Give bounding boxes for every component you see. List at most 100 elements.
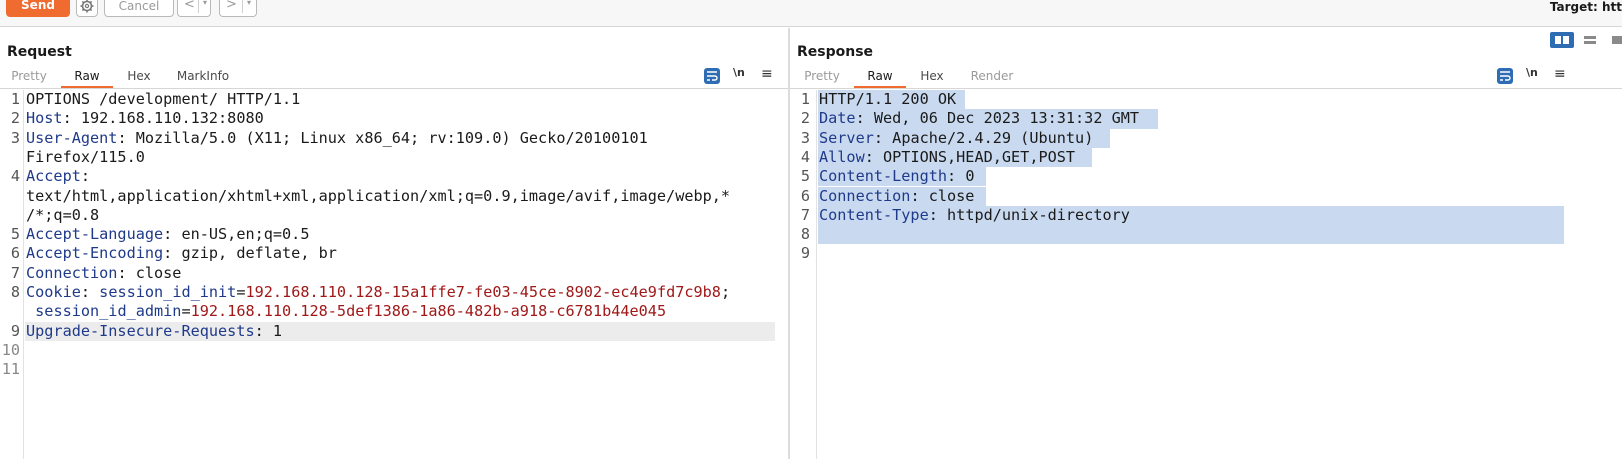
header-value: 0 [965,167,975,186]
header-value-wrap: text/html,application/xhtml+xml,applicat… [26,186,731,205]
header-value: gzip, deflate, br [181,244,337,263]
code-line: 8 [790,225,1622,244]
chevron-down-icon[interactable]: ▾ [247,0,251,7]
header-value: OPTIONS,HEAD,GET,POST [883,147,1076,166]
line-number: 10 [1,340,20,359]
header-value: 192.168.110.132:8080 [80,109,264,128]
tabs-layout-icon[interactable] [1606,32,1622,48]
line-number: 8 [10,283,20,301]
wrap-toggle-icon[interactable] [1497,68,1513,84]
line-number: 3 [800,128,810,147]
header-value: httpd/unix-directory [947,205,1130,224]
split-vertical-icon[interactable] [1578,32,1602,48]
header-value: Wed, 06 Dec 2023 13:31:32 GMT [873,109,1140,128]
code-line: 7 Connection: close [0,264,788,283]
header-separator: : [163,225,182,244]
code-line: 5 Content-Length: 0 [790,167,1622,186]
header-name: Accept [26,167,81,186]
request-title: Request [7,44,72,60]
code-line: 10 [0,341,788,360]
code-line: 2 Date: Wed, 06 Dec 2023 13:31:32 GMT [790,109,1622,128]
editor-border [0,88,788,89]
newline-toggle-icon[interactable]: \n [1526,66,1538,79]
history-forward-button[interactable]: > ▾ [219,0,257,17]
cookie-equals: = [181,302,191,321]
tab-pretty[interactable]: Pretty [4,66,54,88]
header-value: en-US,en;q=0.5 [181,225,310,244]
header-name: Server [819,128,874,147]
header-value: close [135,263,182,282]
button-divider [198,0,199,13]
header-value: 1 [272,321,283,340]
newline-toggle-icon[interactable]: \n [733,66,745,79]
line-number: 4 [800,147,810,166]
code-line: 2 Host: 192.168.110.132:8080 [0,109,788,128]
code-line: 8 Cookie: session_id_init=192.168.110.12… [0,283,788,302]
header-name: Upgrade-Insecure-Requests [26,321,255,340]
cookie-name: session_id_init [99,283,237,301]
target-label[interactable]: Target: htt [1550,0,1622,14]
code-line: 11 [0,360,788,379]
forward-arrow-icon: > [226,0,237,12]
header-name: Connection [819,186,911,205]
layout-toggles [1542,32,1622,48]
header-separator: : [80,283,100,301]
line-number: 4 [10,167,20,186]
code-line-wrap: text/html,application/xhtml+xml,applicat… [0,187,788,206]
code-line-wrap: session_id_admin=192.168.110.128-5def138… [0,302,788,321]
tab-render[interactable]: Render [963,66,1021,88]
gear-icon [80,0,94,13]
line-number: 3 [10,128,20,147]
line-number: 8 [800,225,810,244]
settings-button[interactable] [76,0,98,17]
request-pane: Request Pretty Raw Hex MarkInfo \n ≡ 1 O… [0,28,788,459]
tab-hex[interactable]: Hex [118,66,160,88]
chevron-down-icon[interactable]: ▾ [203,0,207,7]
code-line: 5 Accept-Language: en-US,en;q=0.5 [0,225,788,244]
response-pane: Response Pretty Raw Hex Render \n ≡ 1 HT… [790,28,1622,459]
back-arrow-icon: < [184,0,195,12]
cookie-separator: ; [720,283,731,301]
code-line: 9 [790,244,1622,263]
tab-hex[interactable]: Hex [911,66,953,88]
code-line: 1 HTTP/1.1 200 OK [790,90,1622,109]
header-separator: : [928,205,948,224]
code-line: 9 Upgrade-Insecure-Requests: 1 [0,322,788,341]
code-line: 7 Content-Type: httpd/unix-directory [790,206,1622,225]
header-name: Content-Length [819,167,948,186]
line-number: 9 [800,244,810,263]
menu-icon[interactable]: ≡ [1554,66,1566,82]
top-toolbar: Send Cancel < ▾ > ▾ Target: htt [0,0,1622,27]
header-separator: : [910,186,929,205]
header-separator: : [947,167,966,186]
header-value-wrap: /*;q=0.8 [26,205,100,224]
send-button[interactable]: Send [6,0,70,17]
code-line: 4 Allow: OPTIONS,HEAD,GET,POST [790,148,1622,167]
tab-markinfo[interactable]: MarkInfo [170,66,236,88]
line-number: 6 [800,186,810,205]
header-name: Accept-Encoding [26,244,164,263]
request-line: OPTIONS /development/ HTTP/1.1 [26,90,301,108]
tab-pretty[interactable]: Pretty [797,66,847,88]
menu-icon[interactable]: ≡ [761,66,773,82]
header-separator: : [873,128,893,147]
split-horizontal-icon[interactable] [1550,32,1574,48]
header-name: User-Agent [26,128,118,147]
line-number: 7 [10,263,20,282]
code-line: 4 Accept: [0,167,788,186]
header-value: Apache/2.4.29 (Ubuntu) [892,128,1094,147]
header-separator: : [80,167,91,186]
history-back-button[interactable]: < ▾ [177,0,211,17]
cookie-value: 192.168.110.128-5def1386-1a86-482b-a918-… [190,302,667,321]
header-separator: : [117,128,136,147]
code-line: 1 OPTIONS /development/ HTTP/1.1 [0,90,788,109]
header-separator: : [855,109,874,128]
header-name: Date [819,109,856,128]
tab-raw[interactable]: Raw [61,66,113,88]
cookie-value: 192.168.110.128-15a1ffe7-fe03-45ce-8902-… [245,283,721,301]
header-name: Connection [26,263,118,282]
code-line: 3 User-Agent: Mozilla/5.0 (X11; Linux x8… [0,129,788,148]
wrap-toggle-icon[interactable] [704,68,720,84]
tab-raw[interactable]: Raw [854,66,906,88]
cancel-button[interactable]: Cancel [104,0,174,17]
